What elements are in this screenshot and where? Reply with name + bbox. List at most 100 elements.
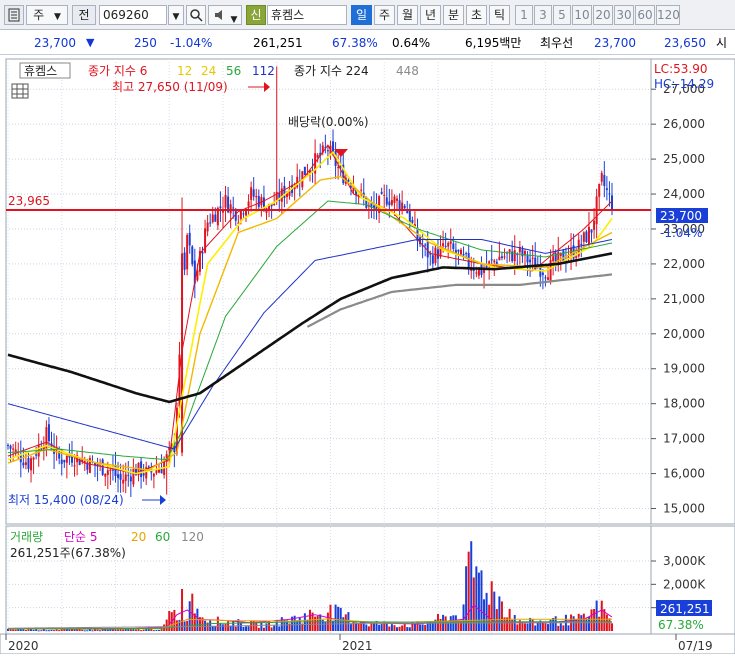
- legend-ma-12: 12: [177, 64, 192, 78]
- candle-body: [219, 206, 222, 209]
- candle-body: [490, 259, 493, 261]
- interval-button-30[interactable]: 30: [614, 5, 634, 25]
- sound-button[interactable]: ▼: [208, 5, 242, 25]
- table-icon[interactable]: [11, 83, 29, 99]
- volume-bar: [68, 629, 71, 631]
- period-tab-2[interactable]: 월: [397, 5, 418, 25]
- candle-body: [575, 256, 578, 258]
- volume-bar: [344, 614, 347, 631]
- volume-bar: [239, 622, 242, 631]
- volume-bar: [349, 624, 352, 631]
- candle-body: [186, 234, 189, 270]
- volume-bar: [401, 625, 404, 631]
- period-tab-4[interactable]: 분: [443, 5, 464, 25]
- volume-bar: [60, 629, 63, 631]
- volume-bar: [526, 623, 529, 631]
- candle-body: [598, 183, 601, 197]
- volume-bar: [523, 623, 526, 631]
- market-suffix: 시: [716, 36, 728, 50]
- volume-bar: [63, 629, 66, 631]
- candle-body: [201, 252, 204, 254]
- volume-bar: [24, 630, 27, 632]
- volume-bar: [104, 629, 107, 631]
- volume-bar: [260, 622, 263, 631]
- volume-bar: [398, 626, 401, 631]
- chart-menu-icon[interactable]: [4, 5, 24, 25]
- candle-body: [183, 252, 186, 270]
- volume-bar: [585, 618, 588, 631]
- volume-value: 261,251: [253, 36, 303, 50]
- candle-body: [142, 473, 145, 476]
- x-tick-label: 07/19: [678, 639, 713, 653]
- volume-legend-20: 20: [131, 530, 146, 544]
- volume-bar: [173, 609, 176, 631]
- volume-bar: [531, 619, 534, 631]
- period-tab-6[interactable]: 틱: [489, 5, 510, 25]
- search-icon: [190, 9, 203, 22]
- type-select[interactable]: 주 ▼: [26, 5, 68, 25]
- turnover-percent: 0.64%: [392, 36, 431, 50]
- volume-bar: [124, 629, 127, 631]
- prefix-button[interactable]: 전: [72, 5, 96, 25]
- volume-bar: [280, 617, 283, 631]
- interval-button-1[interactable]: 1: [515, 5, 533, 25]
- period-tab-0[interactable]: 일: [351, 5, 372, 25]
- speaker-icon: [214, 10, 222, 20]
- stock-name-field[interactable]: 휴켐스: [267, 5, 347, 25]
- volume-bar: [590, 609, 593, 631]
- interval-button-120[interactable]: 120: [656, 5, 680, 25]
- candle-body: [398, 200, 401, 210]
- interval-button-20[interactable]: 20: [593, 5, 613, 25]
- code-input[interactable]: 069260: [99, 5, 167, 25]
- volume-bar: [593, 609, 596, 631]
- interval-button-10[interactable]: 10: [572, 5, 592, 25]
- volume-bar: [32, 629, 35, 631]
- price-change: 250: [134, 36, 157, 50]
- current-price: 23,700: [34, 36, 76, 50]
- volume-bar: [76, 629, 79, 631]
- candle-body: [529, 259, 532, 263]
- period-tab-5[interactable]: 초: [466, 5, 487, 25]
- candle-body: [442, 243, 445, 247]
- volume-bar: [58, 630, 61, 632]
- volume-bar: [559, 623, 562, 631]
- volume-bar: [158, 629, 160, 631]
- volume-bar: [234, 626, 237, 631]
- volume-bar: [547, 624, 550, 631]
- volume-bar: [367, 626, 370, 631]
- volume-bar: [465, 566, 468, 631]
- volume-bar: [536, 622, 539, 631]
- search-button[interactable]: [186, 5, 206, 25]
- code-dropdown-button[interactable]: ▼: [168, 5, 184, 25]
- volume-bar: [611, 623, 613, 631]
- interval-button-60[interactable]: 60: [635, 5, 655, 25]
- volume-bar: [147, 628, 150, 631]
- candle-body: [316, 155, 319, 158]
- volume-bar: [572, 616, 575, 631]
- candle-body: [434, 247, 437, 264]
- y-tick-label: 19,000: [663, 362, 705, 376]
- candle-body: [457, 249, 460, 252]
- candle-body: [513, 250, 516, 262]
- volume-tick-label: 2,000K: [663, 577, 706, 591]
- volume-current: 261,251주(67.38%): [10, 546, 126, 560]
- interval-button-3[interactable]: 3: [534, 5, 552, 25]
- volume-legend-label: 거래량: [10, 530, 43, 544]
- volume-bar: [106, 629, 109, 631]
- candle-body: [9, 445, 12, 449]
- volume-bar: [83, 630, 86, 632]
- candle-body: [396, 198, 399, 201]
- candle-body: [60, 459, 63, 464]
- period-tab-3[interactable]: 년: [420, 5, 441, 25]
- candle-body: [111, 469, 114, 471]
- interval-button-5[interactable]: 5: [553, 5, 571, 25]
- candle-body: [590, 229, 593, 233]
- y-tick-label: 22,000: [663, 257, 705, 271]
- period-tab-1[interactable]: 주: [374, 5, 395, 25]
- volume-bar: [122, 629, 125, 631]
- type-label: 주: [33, 8, 45, 22]
- volume-bar: [600, 600, 603, 631]
- volume-bar: [37, 630, 40, 632]
- price-chart: 27,00026,00025,00024,00023,00022,00021,0…: [0, 58, 735, 655]
- volume-bar: [265, 623, 268, 631]
